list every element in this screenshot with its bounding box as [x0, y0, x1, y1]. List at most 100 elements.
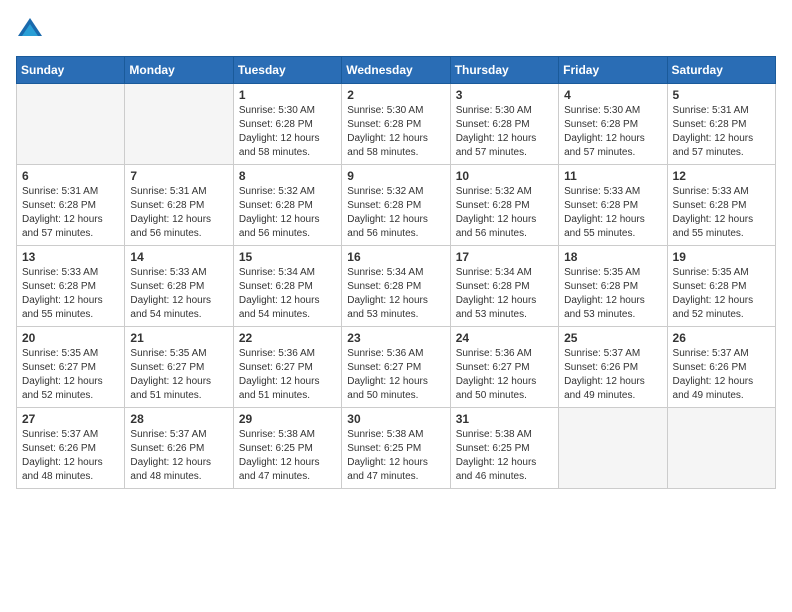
- day-number: 29: [239, 412, 336, 426]
- day-info: Sunrise: 5:35 AM Sunset: 6:28 PM Dayligh…: [564, 266, 661, 322]
- day-info: Sunrise: 5:36 AM Sunset: 6:27 PM Dayligh…: [239, 347, 336, 403]
- day-number: 3: [456, 88, 553, 102]
- day-info: Sunrise: 5:37 AM Sunset: 6:26 PM Dayligh…: [564, 347, 661, 403]
- day-info: Sunrise: 5:33 AM Sunset: 6:28 PM Dayligh…: [673, 185, 770, 241]
- day-number: 11: [564, 169, 661, 183]
- calendar-cell: 28 Sunrise: 5:37 AM Sunset: 6:26 PM Dayl…: [125, 408, 233, 489]
- day-info: Sunrise: 5:30 AM Sunset: 6:28 PM Dayligh…: [564, 104, 661, 160]
- day-number: 2: [347, 88, 444, 102]
- day-number: 28: [130, 412, 227, 426]
- day-info: Sunrise: 5:33 AM Sunset: 6:28 PM Dayligh…: [130, 266, 227, 322]
- weekday-header: Sunday: [17, 57, 125, 84]
- day-info: Sunrise: 5:35 AM Sunset: 6:27 PM Dayligh…: [22, 347, 119, 403]
- calendar-cell: 26 Sunrise: 5:37 AM Sunset: 6:26 PM Dayl…: [667, 327, 775, 408]
- calendar-cell: 17 Sunrise: 5:34 AM Sunset: 6:28 PM Dayl…: [450, 246, 558, 327]
- calendar-cell: 5 Sunrise: 5:31 AM Sunset: 6:28 PM Dayli…: [667, 84, 775, 165]
- day-info: Sunrise: 5:31 AM Sunset: 6:28 PM Dayligh…: [673, 104, 770, 160]
- weekday-header-row: SundayMondayTuesdayWednesdayThursdayFrid…: [17, 57, 776, 84]
- day-number: 8: [239, 169, 336, 183]
- day-number: 4: [564, 88, 661, 102]
- calendar-cell: 14 Sunrise: 5:33 AM Sunset: 6:28 PM Dayl…: [125, 246, 233, 327]
- day-info: Sunrise: 5:36 AM Sunset: 6:27 PM Dayligh…: [456, 347, 553, 403]
- day-info: Sunrise: 5:35 AM Sunset: 6:27 PM Dayligh…: [130, 347, 227, 403]
- day-info: Sunrise: 5:32 AM Sunset: 6:28 PM Dayligh…: [456, 185, 553, 241]
- day-info: Sunrise: 5:34 AM Sunset: 6:28 PM Dayligh…: [456, 266, 553, 322]
- calendar-cell: 13 Sunrise: 5:33 AM Sunset: 6:28 PM Dayl…: [17, 246, 125, 327]
- calendar-week-row: 6 Sunrise: 5:31 AM Sunset: 6:28 PM Dayli…: [17, 165, 776, 246]
- day-info: Sunrise: 5:38 AM Sunset: 6:25 PM Dayligh…: [456, 428, 553, 484]
- calendar-cell: 10 Sunrise: 5:32 AM Sunset: 6:28 PM Dayl…: [450, 165, 558, 246]
- day-number: 1: [239, 88, 336, 102]
- calendar-cell: [17, 84, 125, 165]
- calendar-cell: 1 Sunrise: 5:30 AM Sunset: 6:28 PM Dayli…: [233, 84, 341, 165]
- day-info: Sunrise: 5:37 AM Sunset: 6:26 PM Dayligh…: [22, 428, 119, 484]
- calendar-cell: 22 Sunrise: 5:36 AM Sunset: 6:27 PM Dayl…: [233, 327, 341, 408]
- day-number: 24: [456, 331, 553, 345]
- calendar-cell: 27 Sunrise: 5:37 AM Sunset: 6:26 PM Dayl…: [17, 408, 125, 489]
- calendar-cell: 18 Sunrise: 5:35 AM Sunset: 6:28 PM Dayl…: [559, 246, 667, 327]
- day-number: 30: [347, 412, 444, 426]
- calendar-cell: 16 Sunrise: 5:34 AM Sunset: 6:28 PM Dayl…: [342, 246, 450, 327]
- day-number: 25: [564, 331, 661, 345]
- day-info: Sunrise: 5:30 AM Sunset: 6:28 PM Dayligh…: [456, 104, 553, 160]
- day-info: Sunrise: 5:30 AM Sunset: 6:28 PM Dayligh…: [239, 104, 336, 160]
- weekday-header: Friday: [559, 57, 667, 84]
- day-info: Sunrise: 5:36 AM Sunset: 6:27 PM Dayligh…: [347, 347, 444, 403]
- day-number: 12: [673, 169, 770, 183]
- day-info: Sunrise: 5:32 AM Sunset: 6:28 PM Dayligh…: [347, 185, 444, 241]
- day-number: 23: [347, 331, 444, 345]
- calendar-cell: [559, 408, 667, 489]
- day-info: Sunrise: 5:35 AM Sunset: 6:28 PM Dayligh…: [673, 266, 770, 322]
- day-info: Sunrise: 5:31 AM Sunset: 6:28 PM Dayligh…: [130, 185, 227, 241]
- day-info: Sunrise: 5:34 AM Sunset: 6:28 PM Dayligh…: [347, 266, 444, 322]
- calendar-cell: 15 Sunrise: 5:34 AM Sunset: 6:28 PM Dayl…: [233, 246, 341, 327]
- calendar-cell: 29 Sunrise: 5:38 AM Sunset: 6:25 PM Dayl…: [233, 408, 341, 489]
- day-info: Sunrise: 5:33 AM Sunset: 6:28 PM Dayligh…: [564, 185, 661, 241]
- day-number: 10: [456, 169, 553, 183]
- day-info: Sunrise: 5:31 AM Sunset: 6:28 PM Dayligh…: [22, 185, 119, 241]
- day-number: 27: [22, 412, 119, 426]
- day-number: 6: [22, 169, 119, 183]
- day-info: Sunrise: 5:30 AM Sunset: 6:28 PM Dayligh…: [347, 104, 444, 160]
- day-info: Sunrise: 5:33 AM Sunset: 6:28 PM Dayligh…: [22, 266, 119, 322]
- calendar-cell: 7 Sunrise: 5:31 AM Sunset: 6:28 PM Dayli…: [125, 165, 233, 246]
- day-number: 5: [673, 88, 770, 102]
- calendar-cell: 30 Sunrise: 5:38 AM Sunset: 6:25 PM Dayl…: [342, 408, 450, 489]
- day-number: 21: [130, 331, 227, 345]
- calendar-cell: 4 Sunrise: 5:30 AM Sunset: 6:28 PM Dayli…: [559, 84, 667, 165]
- day-number: 7: [130, 169, 227, 183]
- calendar-cell: 11 Sunrise: 5:33 AM Sunset: 6:28 PM Dayl…: [559, 165, 667, 246]
- day-number: 15: [239, 250, 336, 264]
- day-number: 20: [22, 331, 119, 345]
- calendar-week-row: 20 Sunrise: 5:35 AM Sunset: 6:27 PM Dayl…: [17, 327, 776, 408]
- calendar-week-row: 27 Sunrise: 5:37 AM Sunset: 6:26 PM Dayl…: [17, 408, 776, 489]
- day-info: Sunrise: 5:37 AM Sunset: 6:26 PM Dayligh…: [673, 347, 770, 403]
- weekday-header: Thursday: [450, 57, 558, 84]
- calendar-cell: 31 Sunrise: 5:38 AM Sunset: 6:25 PM Dayl…: [450, 408, 558, 489]
- weekday-header: Tuesday: [233, 57, 341, 84]
- day-info: Sunrise: 5:34 AM Sunset: 6:28 PM Dayligh…: [239, 266, 336, 322]
- calendar-week-row: 1 Sunrise: 5:30 AM Sunset: 6:28 PM Dayli…: [17, 84, 776, 165]
- calendar-cell: 24 Sunrise: 5:36 AM Sunset: 6:27 PM Dayl…: [450, 327, 558, 408]
- day-info: Sunrise: 5:38 AM Sunset: 6:25 PM Dayligh…: [239, 428, 336, 484]
- calendar-week-row: 13 Sunrise: 5:33 AM Sunset: 6:28 PM Dayl…: [17, 246, 776, 327]
- calendar-cell: [125, 84, 233, 165]
- calendar-cell: 21 Sunrise: 5:35 AM Sunset: 6:27 PM Dayl…: [125, 327, 233, 408]
- calendar-cell: 2 Sunrise: 5:30 AM Sunset: 6:28 PM Dayli…: [342, 84, 450, 165]
- logo: [16, 16, 48, 44]
- day-number: 16: [347, 250, 444, 264]
- day-number: 17: [456, 250, 553, 264]
- calendar-cell: 23 Sunrise: 5:36 AM Sunset: 6:27 PM Dayl…: [342, 327, 450, 408]
- calendar-cell: 8 Sunrise: 5:32 AM Sunset: 6:28 PM Dayli…: [233, 165, 341, 246]
- weekday-header: Monday: [125, 57, 233, 84]
- calendar-cell: 9 Sunrise: 5:32 AM Sunset: 6:28 PM Dayli…: [342, 165, 450, 246]
- logo-icon: [16, 16, 44, 44]
- calendar-cell: 20 Sunrise: 5:35 AM Sunset: 6:27 PM Dayl…: [17, 327, 125, 408]
- day-number: 31: [456, 412, 553, 426]
- calendar-cell: [667, 408, 775, 489]
- day-number: 22: [239, 331, 336, 345]
- day-number: 9: [347, 169, 444, 183]
- calendar-cell: 25 Sunrise: 5:37 AM Sunset: 6:26 PM Dayl…: [559, 327, 667, 408]
- day-number: 14: [130, 250, 227, 264]
- day-info: Sunrise: 5:37 AM Sunset: 6:26 PM Dayligh…: [130, 428, 227, 484]
